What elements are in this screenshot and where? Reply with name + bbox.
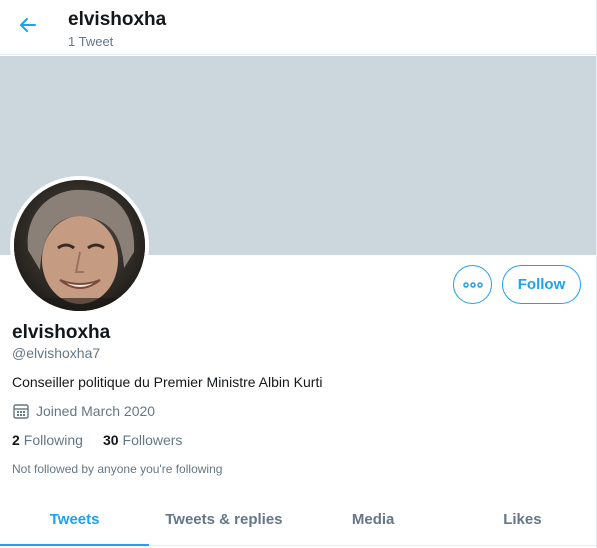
user-handle: @elvishoxha7 — [12, 345, 101, 361]
followers-link[interactable]: 30 Followers — [103, 432, 182, 448]
not-followed-note: Not followed by anyone you're following — [12, 462, 223, 476]
calendar-icon — [12, 402, 30, 420]
following-count: 2 — [12, 432, 20, 448]
tab-likes[interactable]: Likes — [448, 493, 597, 545]
profile-bio: Conseiller politique du Premier Ministre… — [12, 374, 323, 390]
follow-stats: 2 Following 30 Followers — [12, 432, 202, 448]
profile-tabs: Tweets Tweets & replies Media Likes — [0, 493, 597, 546]
display-name: elvishoxha — [12, 322, 111, 343]
header-title: elvishoxha — [68, 9, 167, 30]
follow-button[interactable]: Follow — [502, 265, 581, 304]
avatar[interactable] — [10, 176, 149, 315]
tab-tweets[interactable]: Tweets — [0, 493, 150, 546]
joined-date: Joined March 2020 — [12, 402, 155, 420]
more-options-button[interactable] — [453, 265, 492, 304]
tab-media[interactable]: Media — [299, 493, 448, 545]
tab-tweets-replies[interactable]: Tweets & replies — [149, 493, 298, 545]
profile-page: elvishoxha 1 Tweet Follow elvishoxha @el… — [0, 0, 597, 548]
followers-count: 30 — [102, 432, 119, 448]
following-link[interactable]: 2 Following — [12, 432, 83, 448]
joined-label: Joined March 2020 — [36, 403, 156, 419]
profile-header: elvishoxha 1 Tweet — [0, 0, 597, 55]
followers-label: Followers — [122, 432, 183, 448]
following-label: Following — [23, 432, 83, 448]
more-dots-icon — [462, 276, 483, 294]
tweet-count: 1 Tweet — [68, 34, 114, 49]
back-button[interactable] — [12, 11, 44, 43]
arrow-left-icon — [18, 15, 38, 40]
